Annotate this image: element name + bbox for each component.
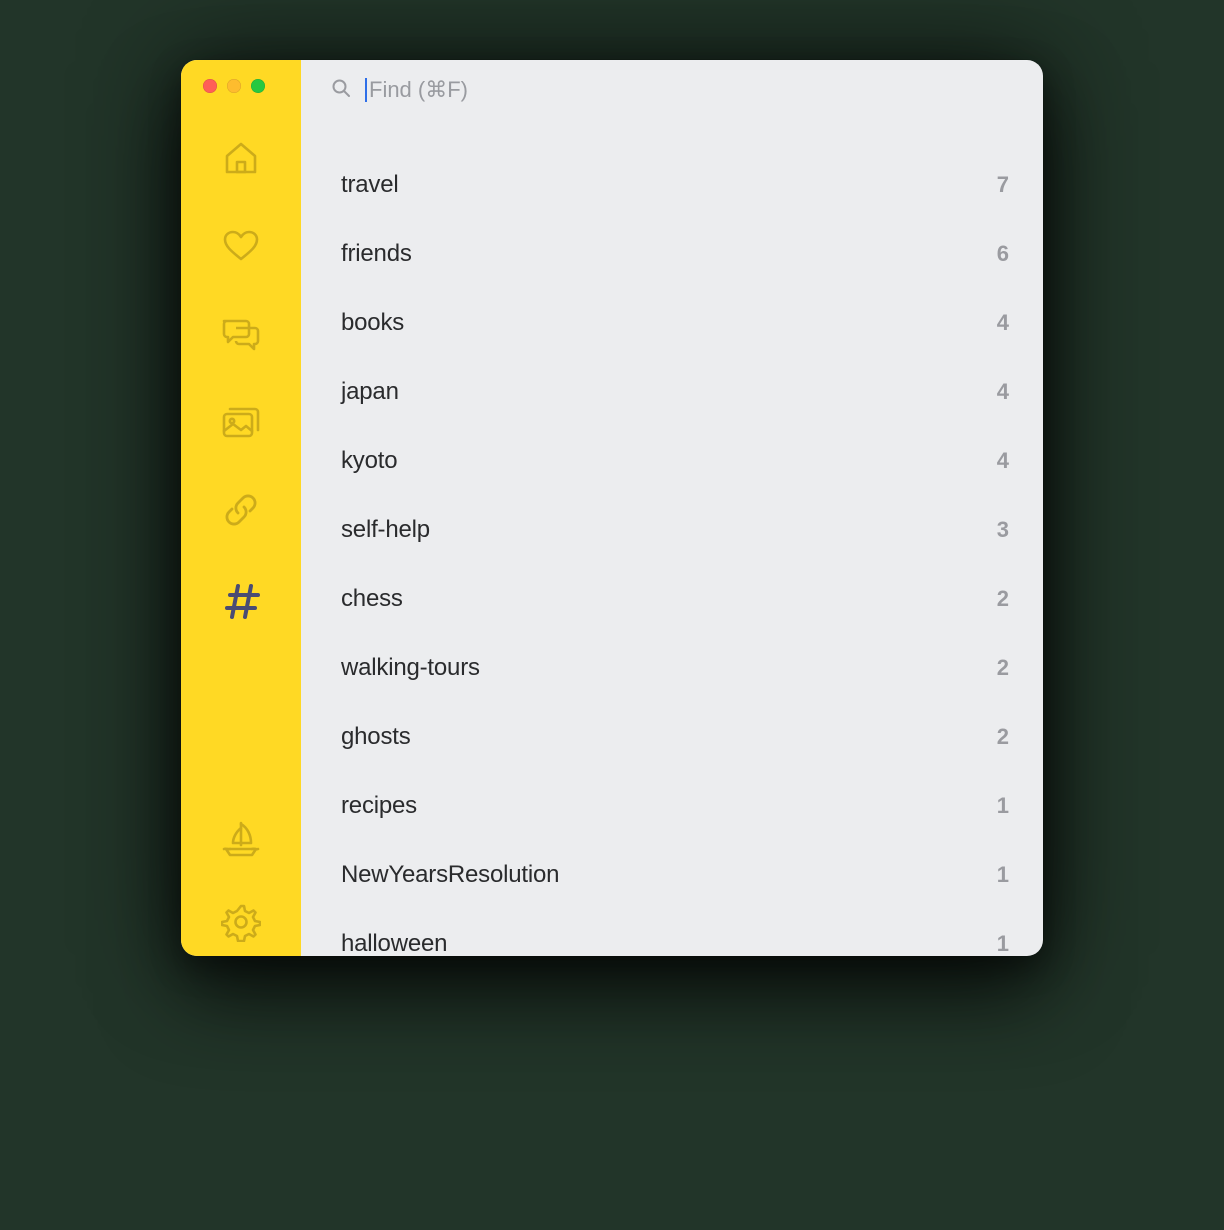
heart-icon — [221, 226, 261, 266]
tag-row[interactable]: kyoto 4 — [301, 426, 1043, 495]
sidebar-item-links[interactable] — [181, 490, 301, 530]
sailboat-icon — [220, 818, 262, 860]
tag-count: 4 — [997, 379, 1009, 405]
tag-row[interactable]: NewYearsResolution 1 — [301, 840, 1043, 909]
home-icon — [221, 138, 261, 178]
link-icon — [221, 490, 261, 530]
sidebar-item-sync[interactable] — [181, 818, 301, 860]
search-icon — [331, 78, 351, 103]
tag-label: ghosts — [341, 723, 411, 751]
window-close-button[interactable] — [203, 79, 217, 93]
tag-row[interactable]: walking-tours 2 — [301, 633, 1043, 702]
sidebar-item-tags[interactable] — [181, 578, 301, 624]
window-fullscreen-button[interactable] — [251, 79, 265, 93]
sidebar-item-photos[interactable] — [181, 402, 301, 442]
tag-label: walking-tours — [341, 654, 480, 682]
tag-count: 4 — [997, 310, 1009, 336]
tag-row[interactable]: friends 6 — [301, 219, 1043, 288]
tag-row[interactable]: japan 4 — [301, 357, 1043, 426]
tag-count: 1 — [997, 862, 1009, 888]
tag-label: recipes — [341, 792, 417, 820]
app-window: Find (⌘F) travel 7 friends 6 books 4 jap… — [181, 60, 1043, 956]
search-placeholder: Find (⌘F) — [369, 77, 468, 103]
tag-count: 7 — [997, 172, 1009, 198]
sidebar — [181, 60, 301, 956]
gear-icon — [221, 902, 261, 942]
tag-count: 1 — [997, 793, 1009, 819]
tag-label: NewYearsResolution — [341, 861, 559, 889]
tag-row[interactable]: travel 7 — [301, 150, 1043, 219]
main-panel: Find (⌘F) travel 7 friends 6 books 4 jap… — [301, 60, 1043, 956]
tag-label: halloween — [341, 930, 447, 957]
tag-list: travel 7 friends 6 books 4 japan 4 kyoto — [301, 120, 1043, 956]
hashtag-icon — [218, 578, 264, 624]
photos-icon — [219, 402, 263, 442]
search-bar: Find (⌘F) — [301, 60, 1043, 120]
tag-label: self-help — [341, 516, 430, 544]
tag-row[interactable]: self-help 3 — [301, 495, 1043, 564]
tag-label: japan — [341, 378, 399, 406]
tag-row[interactable]: ghosts 2 — [301, 702, 1043, 771]
tag-count: 2 — [997, 586, 1009, 612]
tag-row[interactable]: recipes 1 — [301, 771, 1043, 840]
sidebar-bottom — [181, 818, 301, 942]
tag-label: travel — [341, 171, 399, 199]
tag-label: kyoto — [341, 447, 397, 475]
tag-row[interactable]: chess 2 — [301, 564, 1043, 633]
tag-label: books — [341, 309, 404, 337]
tag-count: 1 — [997, 931, 1009, 957]
tag-count: 4 — [997, 448, 1009, 474]
tag-label: friends — [341, 240, 412, 268]
tag-label: chess — [341, 585, 403, 613]
tag-row[interactable]: halloween 1 — [301, 909, 1043, 956]
sidebar-item-favorites[interactable] — [181, 226, 301, 266]
tag-row[interactable]: books 4 — [301, 288, 1043, 357]
tag-count: 6 — [997, 241, 1009, 267]
sidebar-item-quotes[interactable] — [181, 314, 301, 354]
chat-bubbles-icon — [219, 314, 263, 354]
text-cursor — [365, 78, 367, 102]
search-input[interactable]: Find (⌘F) — [365, 77, 1043, 103]
sidebar-item-home[interactable] — [181, 138, 301, 178]
tag-count: 3 — [997, 517, 1009, 543]
window-controls — [181, 72, 301, 100]
tag-count: 2 — [997, 655, 1009, 681]
sidebar-nav — [181, 138, 301, 624]
sidebar-item-settings[interactable] — [181, 902, 301, 942]
tag-count: 2 — [997, 724, 1009, 750]
window-minimize-button[interactable] — [227, 79, 241, 93]
